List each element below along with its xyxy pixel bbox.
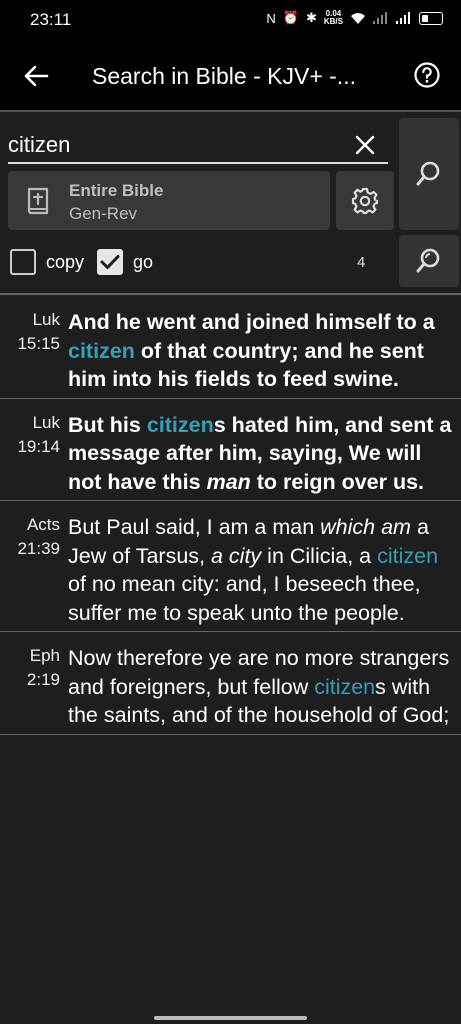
verse-reference: Eph 2:19 <box>0 644 68 730</box>
search-refine-icon <box>416 248 440 273</box>
verse-chapter-verse: 21:39 <box>17 539 60 558</box>
result-row[interactable]: Eph 2:19 Now therefore ye are no more stra… <box>0 632 461 735</box>
alarm-icon: ⏰ <box>282 10 299 25</box>
verse-book: Eph <box>29 646 60 665</box>
app-bar: Search in Bible - KJV+ -... <box>0 40 461 112</box>
verse-reference: Luk 15:15 <box>0 308 68 394</box>
search-match: citizen <box>377 543 439 568</box>
verse-reference: Acts 21:39 <box>0 513 68 627</box>
scope-title: Entire Bible <box>69 181 164 200</box>
battery-icon <box>419 11 443 25</box>
verse-segment: to reign over us. <box>250 469 425 494</box>
nfc-icon: N <box>266 10 276 26</box>
go-label: go <box>133 252 154 272</box>
search-input[interactable] <box>8 132 338 158</box>
book-icon <box>27 187 49 215</box>
checkmark-icon <box>100 255 120 269</box>
verse-segment: And he went and joined himself to a <box>68 310 435 334</box>
verse-segment: But his <box>68 412 147 437</box>
result-row[interactable]: Luk 15:15 And he went and joined himself t… <box>0 296 461 399</box>
gesture-bar[interactable] <box>154 1016 307 1020</box>
help-icon[interactable] <box>413 61 441 89</box>
bluetooth-icon: ✱ <box>305 10 317 25</box>
divider <box>0 293 461 295</box>
network-speed: 0.04 KB/S <box>324 10 343 26</box>
verse-segment: of no mean city: and, I beseech thee, su… <box>68 572 421 625</box>
search-next-button[interactable] <box>399 235 459 287</box>
verse-segment: in Cilicia, a <box>261 543 378 568</box>
search-icon <box>416 161 440 186</box>
network-speed-unit: KB/S <box>323 17 343 26</box>
search-match: citizen <box>146 412 214 437</box>
search-button[interactable] <box>399 118 459 230</box>
status-time: 23:11 <box>30 10 72 29</box>
clear-icon[interactable] <box>354 134 376 156</box>
signal-icon-2 <box>396 12 410 24</box>
search-panel: Entire Bible Gen-Rev copy go 4 <box>0 112 461 294</box>
go-checkbox[interactable] <box>97 249 123 275</box>
verse-text: But his citizens hated him, and sent a m… <box>68 411 461 497</box>
verse-text: Now therefore ye are no more strangers a… <box>68 644 461 730</box>
scope-range: Gen-Rev <box>69 204 138 223</box>
verse-text: And he went and joined himself to a citi… <box>68 308 461 394</box>
verse-chapter-verse: 15:15 <box>17 334 60 353</box>
verse-segment: But Paul said, I am a man <box>68 515 321 539</box>
status-icons: N ⏰ ✱ 0.04 KB/S <box>266 10 443 26</box>
verse-text: But Paul said, I am a man which am a Jew… <box>68 513 461 627</box>
verse-segment: a city <box>211 543 262 568</box>
back-arrow-icon[interactable] <box>22 62 50 90</box>
signal-icon <box>373 12 387 24</box>
verse-book: Acts <box>26 515 60 534</box>
wifi-icon <box>351 12 365 24</box>
verse-book: Luk <box>32 310 60 329</box>
verse-segment: which am <box>320 515 411 539</box>
result-count: 4 <box>357 254 366 271</box>
status-bar: 23:11 N ⏰ ✱ 0.04 KB/S <box>0 0 461 40</box>
gear-icon <box>351 187 379 215</box>
result-row[interactable]: Luk 19:14 But his citizens hated him, and … <box>0 399 461 501</box>
settings-button[interactable] <box>336 171 394 230</box>
result-row[interactable]: Acts 21:39 But Paul said, I am a man which… <box>0 501 461 632</box>
verse-reference: Luk 19:14 <box>0 411 68 497</box>
verse-book: Luk <box>32 412 60 432</box>
scope-selector[interactable]: Entire Bible Gen-Rev <box>8 171 330 230</box>
copy-label: copy <box>46 252 85 272</box>
verse-chapter-verse: 2:19 <box>26 670 60 689</box>
search-match: citizen <box>314 674 376 699</box>
copy-checkbox[interactable] <box>10 249 36 275</box>
search-input-container <box>8 130 388 164</box>
verse-chapter-verse: 19:14 <box>17 436 60 456</box>
verse-segment: man <box>206 469 251 494</box>
results-list: Luk 15:15 And he went and joined himself t… <box>0 296 461 735</box>
search-match: citizen <box>68 338 135 363</box>
page-title: Search in Bible - KJV+ -... <box>92 63 356 89</box>
